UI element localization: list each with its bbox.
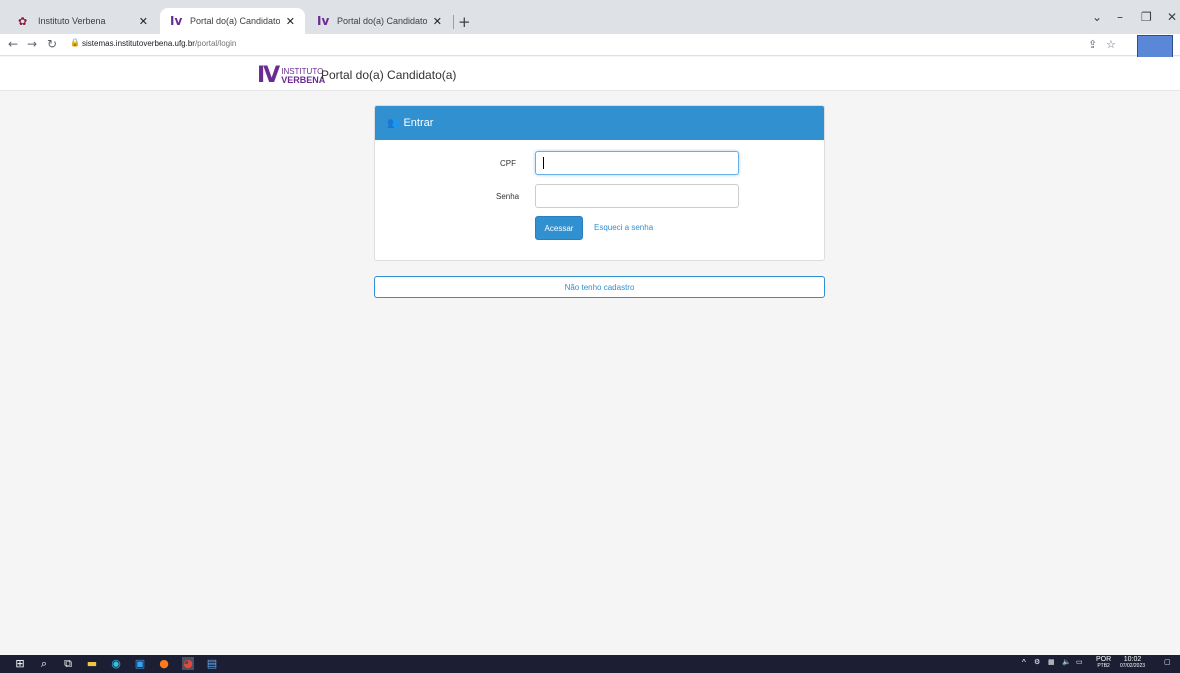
forgot-password-link[interactable]: Esqueci a senha	[594, 223, 653, 232]
tray-app-icon[interactable]: ⚙	[1034, 658, 1040, 666]
windows-start-icon[interactable]: ⊞	[14, 657, 26, 670]
tab-title: Portal do(a) Candidato(a)	[190, 16, 280, 26]
chrome-icon[interactable]: ◕	[182, 657, 194, 670]
url-host: sistemas.institutoverbena.ufg.br	[82, 39, 195, 48]
logo-line-2: VERBENA	[281, 74, 326, 85]
lang-code: POR	[1096, 656, 1112, 663]
back-icon[interactable]: ←	[8, 37, 18, 51]
volume-icon[interactable]: 🔈	[1062, 658, 1071, 666]
clock-time: 10:02	[1123, 656, 1142, 663]
tab-portal-second[interactable]: Iv Portal do(a) Candidato(a) ✕	[307, 8, 452, 34]
login-submit-button[interactable]: Acessar	[535, 216, 583, 240]
tray-expand-icon[interactable]: ^	[1022, 658, 1026, 667]
lock-icon[interactable]: 🔒	[70, 38, 80, 47]
firefox-icon[interactable]: ●	[158, 657, 170, 670]
tab-title: Instituto Verbena	[38, 16, 106, 26]
close-tab-icon[interactable]: ✕	[433, 15, 442, 28]
close-tab-icon[interactable]: ✕	[286, 15, 295, 28]
tab-title: Portal do(a) Candidato(a)	[337, 16, 427, 26]
task-view-icon[interactable]: ⧉	[62, 657, 74, 670]
network-icon[interactable]: ▦	[1048, 658, 1055, 666]
address-bar[interactable]: sistemas.institutoverbena.ufg.br/portal/…	[82, 39, 236, 48]
portal-title: Portal do(a) Candidato(a)	[321, 68, 457, 82]
cpf-label: CPF	[500, 159, 516, 168]
login-heading: Entrar	[403, 117, 434, 129]
password-label: Senha	[496, 192, 520, 201]
password-input[interactable]	[535, 184, 739, 208]
file-explorer-icon[interactable]: ▬	[86, 657, 98, 670]
document-icon[interactable]: ▤	[206, 657, 218, 670]
register-button[interactable]: Não tenho cadastro	[374, 276, 825, 298]
edge-icon[interactable]: ◉	[110, 657, 122, 670]
language-indicator[interactable]: POR PTB2	[1096, 656, 1111, 670]
tab-separator	[453, 15, 454, 29]
users-icon: 👥	[387, 117, 400, 129]
windows-taskbar: ⊞ ⌕ ⧉ ▬ ◉ ▣ ● ◕ ▤ ^ ⚙ ▦ 🔈 ▭ POR PTB2 10:…	[0, 655, 1180, 673]
instituto-verbena-logo[interactable]: IV INSTITUTO VERBENA	[257, 63, 325, 88]
minimize-icon[interactable]: –	[1117, 10, 1123, 24]
share-icon[interactable]: ⇪	[1088, 38, 1097, 51]
display-icon[interactable]: ▭	[1076, 658, 1083, 666]
store-icon[interactable]: ▣	[134, 657, 146, 670]
iv-favicon-icon: Iv	[170, 14, 183, 28]
new-tab-icon[interactable]: +	[458, 13, 471, 31]
tab-portal-active[interactable]: Iv Portal do(a) Candidato(a) ✕	[160, 8, 305, 34]
tab-instituto-verbena[interactable]: ✿ Instituto Verbena ✕	[8, 8, 158, 34]
cpf-input[interactable]	[535, 151, 739, 175]
close-tab-icon[interactable]: ✕	[139, 15, 148, 28]
bookmark-star-icon[interactable]: ☆	[1106, 38, 1116, 51]
tab-search-chevron-icon[interactable]: ⌄	[1092, 10, 1102, 24]
keyboard-layout: PTB2	[1097, 663, 1110, 669]
login-panel-header: 👥 Entrar	[375, 106, 824, 140]
forward-icon[interactable]: →	[27, 37, 37, 51]
login-panel: 👥 Entrar CPF Senha Acessar Esqueci a sen…	[374, 105, 825, 261]
logo-mark: IV	[257, 63, 280, 88]
text-caret	[543, 157, 544, 169]
browser-tab-bar: ✿ Instituto Verbena ✕ Iv Portal do(a) Ca…	[0, 0, 1180, 34]
close-window-icon[interactable]: ✕	[1167, 10, 1177, 24]
logo-wordmark: INSTITUTO VERBENA	[281, 67, 326, 85]
notifications-icon[interactable]: ▢	[1164, 658, 1171, 666]
clock-date: 07/02/2023	[1120, 663, 1146, 669]
search-icon[interactable]: ⌕	[38, 657, 50, 670]
browser-toolbar: ← → ↻ 🔒 sistemas.institutoverbena.ufg.br…	[0, 34, 1180, 56]
site-header: IV INSTITUTO VERBENA Portal do(a) Candid…	[0, 57, 1180, 91]
verbena-favicon-icon: ✿	[18, 14, 28, 28]
iv-favicon-icon: Iv	[317, 14, 330, 28]
clock[interactable]: 10:02 07/02/2023	[1120, 656, 1145, 670]
restore-icon[interactable]: ❐	[1141, 10, 1152, 24]
reload-icon[interactable]: ↻	[47, 37, 57, 51]
url-path: /portal/login	[194, 39, 237, 48]
